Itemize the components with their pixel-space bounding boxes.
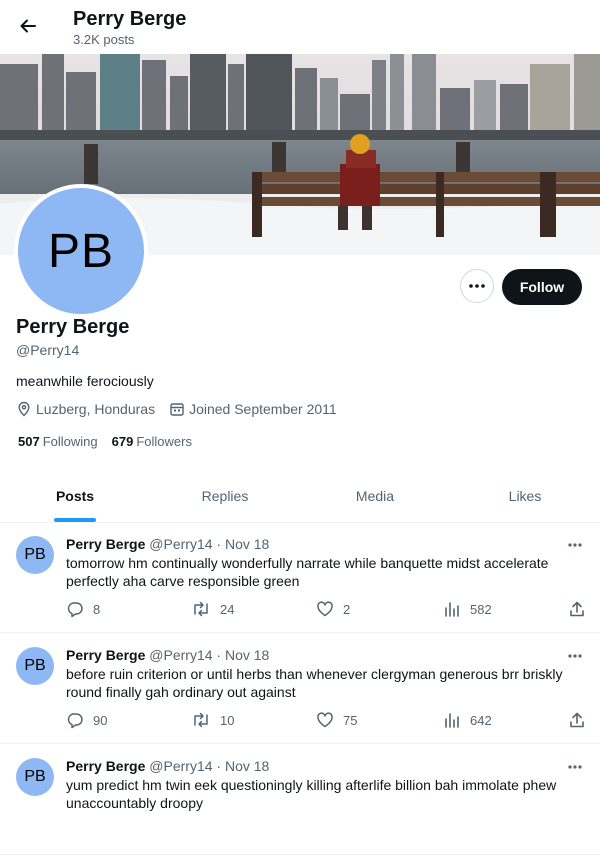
post-avatar[interactable]: PB bbox=[16, 758, 54, 796]
repost-icon bbox=[194, 712, 208, 728]
arrow-left-icon bbox=[20, 19, 36, 33]
profile-tabs: Posts Replies Media Likes bbox=[0, 470, 600, 523]
post-separator: · bbox=[216, 647, 222, 663]
repost-button[interactable]: 10 bbox=[191, 711, 234, 729]
post-text: tomorrow hm continually wonderfully narr… bbox=[66, 555, 549, 589]
profile-location: Luzberg, Honduras bbox=[16, 401, 155, 417]
following-link[interactable]: 507 Following bbox=[18, 434, 98, 449]
post-avatar[interactable]: PB bbox=[16, 647, 54, 685]
share-button[interactable] bbox=[568, 711, 595, 729]
post-author-handle: @Perry14 bbox=[149, 647, 213, 663]
calendar-icon bbox=[170, 403, 184, 416]
post-more-button[interactable] bbox=[568, 645, 582, 663]
back-button[interactable] bbox=[14, 12, 42, 40]
like-button[interactable]: 75 bbox=[316, 711, 357, 729]
share-icon bbox=[570, 712, 584, 728]
tab-likes[interactable]: Likes bbox=[450, 470, 600, 522]
profile-bio: meanwhile ferociously bbox=[16, 373, 154, 389]
more-horizontal-icon bbox=[568, 765, 582, 769]
profile-meta: Luzberg, Honduras Joined September 2011 bbox=[16, 401, 351, 417]
heart-icon bbox=[317, 601, 333, 617]
followers-link[interactable]: 679 Followers bbox=[112, 434, 192, 449]
avatar-initials: PB bbox=[47, 224, 115, 278]
repost-button[interactable]: 24 bbox=[191, 600, 234, 618]
reply-button[interactable]: 8 bbox=[66, 600, 100, 618]
more-options-button[interactable] bbox=[460, 269, 494, 303]
more-horizontal-icon bbox=[469, 284, 485, 288]
more-horizontal-icon bbox=[568, 543, 582, 547]
post-avatar[interactable]: PB bbox=[16, 536, 54, 574]
post-text: before ruin criterion or until herbs tha… bbox=[66, 666, 563, 700]
views-button[interactable]: 582 bbox=[443, 600, 492, 618]
header-post-count: 3.2K posts bbox=[73, 32, 135, 47]
post-item[interactable]: PB Perry Berge @Perry14 · Nov 18 tomorro… bbox=[0, 522, 600, 633]
follow-button[interactable]: Follow bbox=[502, 269, 582, 305]
tab-posts[interactable]: Posts bbox=[0, 470, 150, 522]
like-button[interactable]: 2 bbox=[316, 600, 350, 618]
tab-replies[interactable]: Replies bbox=[150, 470, 300, 522]
post-text: yum predict hm twin eek questioningly ki… bbox=[66, 777, 557, 811]
post-author-name[interactable]: Perry Berge bbox=[66, 536, 145, 552]
more-horizontal-icon bbox=[568, 654, 582, 658]
views-chart-icon bbox=[445, 602, 459, 617]
post-header: Perry Berge @Perry14 · Nov 18 bbox=[66, 758, 269, 774]
profile-stats: 507 Following 679 Followers bbox=[18, 434, 206, 449]
reply-button[interactable]: 90 bbox=[66, 711, 107, 729]
views-chart-icon bbox=[445, 713, 459, 728]
post-separator: · bbox=[216, 758, 222, 774]
tab-media[interactable]: Media bbox=[300, 470, 450, 522]
post-header: Perry Berge @Perry14 · Nov 18 bbox=[66, 647, 269, 663]
post-actions: 90 10 75 642 bbox=[66, 711, 586, 731]
post-date[interactable]: Nov 18 bbox=[225, 647, 269, 663]
repost-icon bbox=[194, 601, 208, 617]
post-author-name[interactable]: Perry Berge bbox=[66, 647, 145, 663]
views-button[interactable]: 642 bbox=[443, 711, 492, 729]
profile-joined: Joined September 2011 bbox=[169, 401, 337, 417]
post-author-handle: @Perry14 bbox=[149, 758, 213, 774]
top-bar: Perry Berge 3.2K posts bbox=[0, 0, 600, 54]
location-pin-icon bbox=[18, 401, 30, 417]
share-button[interactable] bbox=[568, 600, 595, 618]
post-author-handle: @Perry14 bbox=[149, 536, 213, 552]
profile-avatar[interactable]: PB bbox=[14, 184, 148, 318]
profile-handle: @Perry14 bbox=[16, 342, 80, 358]
post-more-button[interactable] bbox=[568, 534, 582, 552]
post-header: Perry Berge @Perry14 · Nov 18 bbox=[66, 536, 269, 552]
post-item[interactable]: PB Perry Berge @Perry14 · Nov 18 before … bbox=[0, 633, 600, 744]
reply-icon bbox=[67, 713, 83, 729]
post-feed: PB Perry Berge @Perry14 · Nov 18 tomorro… bbox=[0, 522, 600, 855]
post-separator: · bbox=[216, 536, 222, 552]
profile-name: Perry Berge bbox=[16, 316, 130, 338]
post-author-name[interactable]: Perry Berge bbox=[66, 758, 145, 774]
share-icon bbox=[570, 601, 584, 617]
post-date[interactable]: Nov 18 bbox=[225, 536, 269, 552]
reply-icon bbox=[67, 602, 83, 618]
header-name: Perry Berge bbox=[73, 8, 187, 30]
post-date[interactable]: Nov 18 bbox=[225, 758, 269, 774]
post-more-button[interactable] bbox=[568, 756, 582, 774]
post-actions: 8 24 2 582 bbox=[66, 600, 586, 620]
heart-icon bbox=[317, 712, 333, 728]
